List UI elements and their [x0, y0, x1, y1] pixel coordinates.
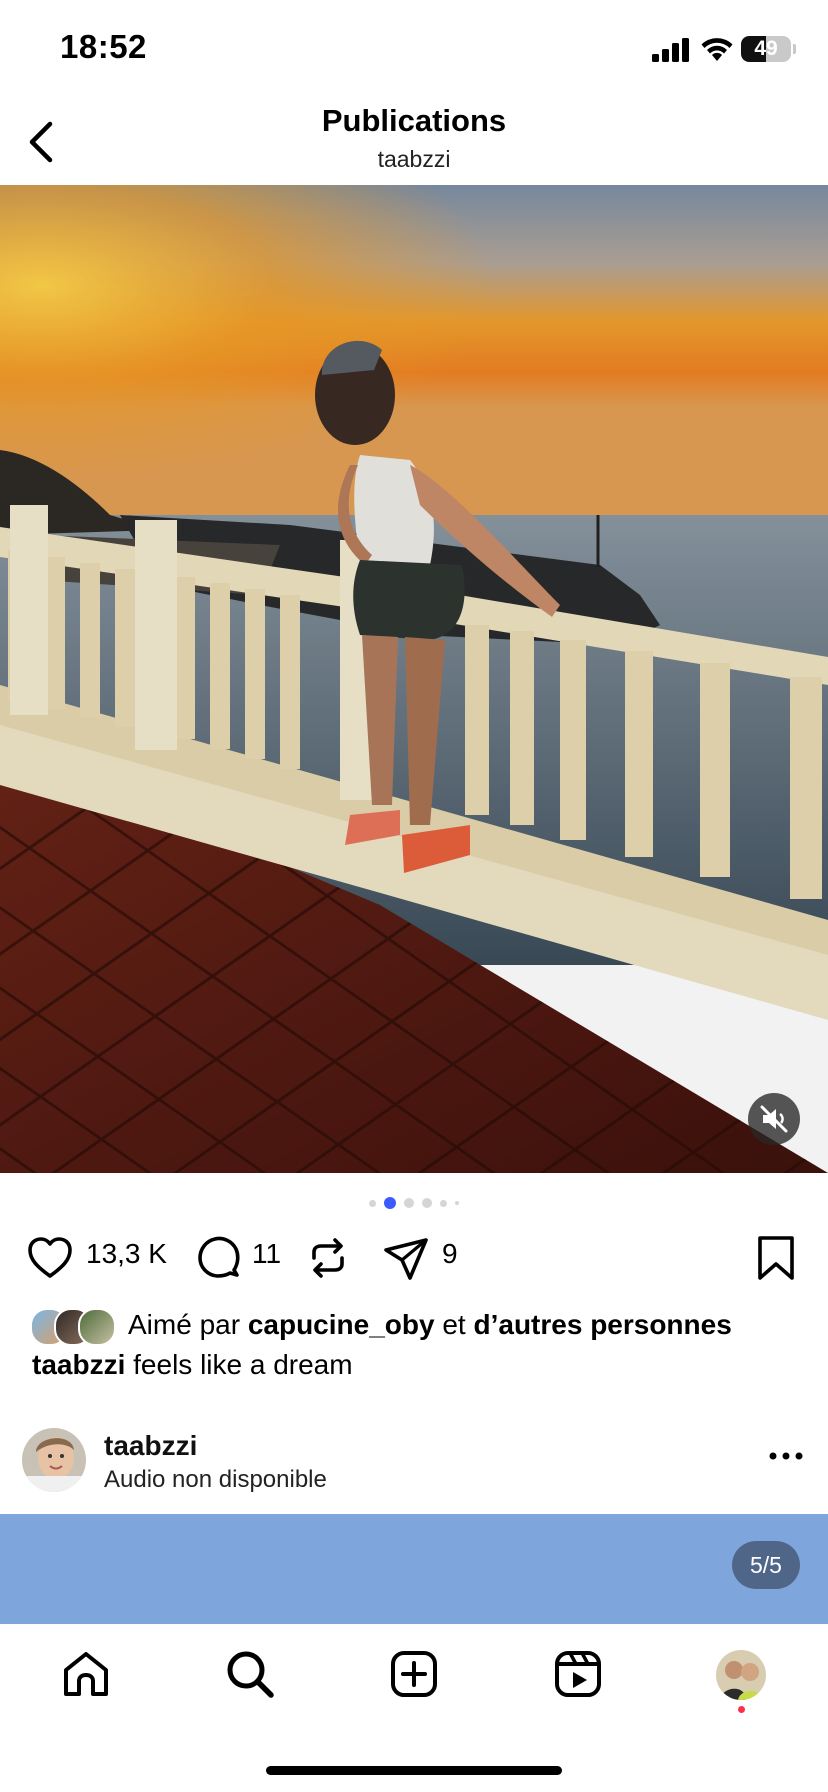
heart-icon[interactable] — [26, 1234, 74, 1282]
battery-cap — [793, 44, 796, 54]
home-icon[interactable] — [60, 1648, 112, 1700]
post-audio-label[interactable]: Audio non disponible — [104, 1466, 327, 1494]
next-post-photo[interactable] — [0, 1514, 828, 1624]
reels-icon[interactable] — [552, 1648, 604, 1700]
post-author-avatar[interactable] — [22, 1428, 86, 1492]
avatar-image — [22, 1428, 86, 1492]
wifi-icon — [701, 38, 733, 61]
cellular-signal-icon — [652, 38, 689, 62]
carousel-dot — [422, 1198, 432, 1208]
speaker-muted-icon — [760, 1105, 788, 1133]
carousel-dot-active — [384, 1197, 396, 1209]
profile-avatar-image — [716, 1650, 766, 1700]
comments-count[interactable]: 11 — [252, 1238, 281, 1270]
repost-icon[interactable] — [304, 1234, 352, 1282]
liked-by-user[interactable]: capucine_oby — [248, 1309, 435, 1340]
profile-tab-avatar[interactable] — [716, 1650, 766, 1700]
carousel-dot — [404, 1198, 414, 1208]
carousel-dot — [369, 1199, 376, 1207]
send-icon[interactable] — [382, 1234, 430, 1282]
liked-by-others[interactable]: d’autres personnes — [473, 1309, 731, 1340]
mute-button[interactable] — [748, 1093, 800, 1145]
battery-level: 49 — [754, 37, 778, 60]
liked-by-avatars[interactable] — [30, 1308, 122, 1346]
page-subtitle: taabzzi — [377, 146, 451, 172]
shares-count[interactable]: 9 — [442, 1238, 458, 1270]
bookmark-icon[interactable] — [752, 1234, 800, 1282]
liked-by-prefix: Aimé par — [128, 1309, 248, 1340]
home-indicator — [266, 1766, 562, 1775]
post-author-username[interactable]: taabzzi — [104, 1430, 197, 1462]
liked-by-text[interactable]: Aimé par capucine_oby et d’autres person… — [128, 1309, 732, 1341]
status-time: 18:52 — [60, 28, 147, 65]
carousel-counter: 5/5 — [732, 1541, 800, 1589]
create-post-icon[interactable] — [388, 1648, 440, 1700]
likes-count[interactable]: 13,3 K — [86, 1238, 167, 1270]
carousel-indicator — [0, 1196, 828, 1210]
more-options-icon[interactable] — [766, 1446, 806, 1466]
caption-username[interactable]: taabzzi — [32, 1349, 125, 1380]
search-icon[interactable] — [224, 1648, 276, 1700]
status-bar: 18:52 49 — [0, 0, 828, 100]
sunset-scene-image — [0, 185, 828, 1173]
liked-by-middle: et — [434, 1309, 474, 1340]
post-photo[interactable] — [0, 185, 828, 1173]
carousel-dot — [455, 1201, 459, 1205]
caption-text: feels like a dream — [125, 1349, 353, 1380]
page-title: Publications — [321, 103, 507, 138]
avatar — [78, 1308, 116, 1346]
battery-icon: 49 — [741, 36, 791, 62]
comment-icon[interactable] — [194, 1234, 242, 1282]
notification-dot — [738, 1706, 745, 1713]
post-caption: taabzzi feels like a dream — [32, 1349, 353, 1381]
carousel-dot — [440, 1199, 447, 1207]
